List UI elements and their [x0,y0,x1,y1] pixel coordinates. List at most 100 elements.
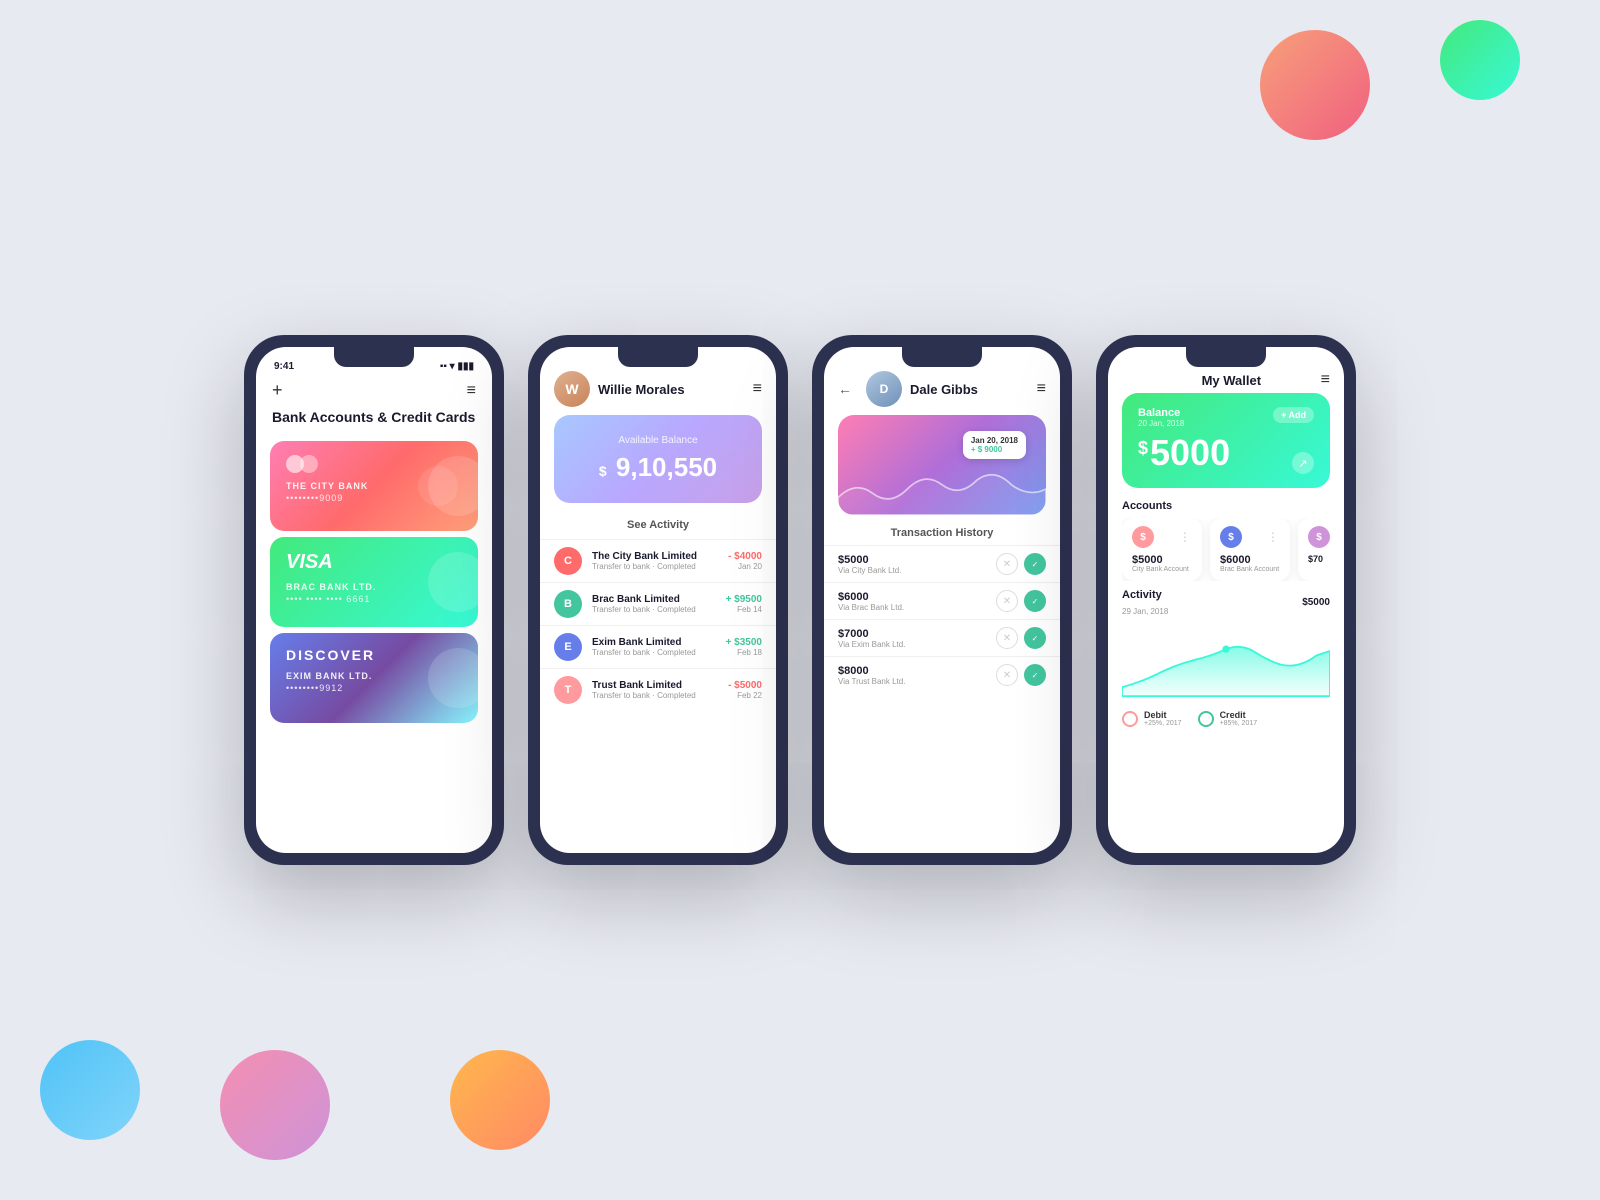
see-activity-link[interactable]: See Activity [540,513,776,539]
phone1-header: + ≡ [256,376,492,409]
phone1-add-btn[interactable]: + [272,380,283,401]
acc-icon-0: $ [1132,526,1154,548]
account-card-1[interactable]: $ ⋮ $6000 Brac Bank Account [1210,518,1290,581]
card-visa[interactable]: VISA BRAC BANK LTD. •••• •••• •••• 6661 [270,537,478,627]
tx-date-1: Feb 14 [726,605,762,614]
phone3-username: Dale Gibbs [910,382,978,397]
legend-label-debit: Debit [1144,710,1182,720]
tx-h-item-0: $5000 Via City Bank Ltd. ✕ ✓ [824,545,1060,582]
tx-item-1: B Brac Bank Limited Transfer to bank · C… [540,582,776,625]
phone2-avatar: W [554,371,590,407]
wb-balance-label: Balance [1138,407,1184,419]
deco-circle-orange [450,1050,550,1150]
phone3: ← D Dale Gibbs ≡ Jan 20, 2018 + $ 9000 T… [812,335,1072,865]
tx-approve-1[interactable]: ✓ [1024,590,1046,612]
back-arrow-btn[interactable]: ← [838,381,852,397]
phone4-status-bar [1108,347,1344,365]
legend-row: Debit +25%, 2017 Credit +85%, 2017 [1108,704,1344,727]
account-card-2[interactable]: $ $70 [1298,518,1330,581]
tx-approve-2[interactable]: ✓ [1024,627,1046,649]
chart-peak-dot [1222,646,1229,653]
wb-dollar: $ [1138,438,1148,459]
tx-bank-0: The City Bank Limited [592,551,718,562]
wb-label-group: Balance 20 Jan, 2018 [1138,407,1184,428]
acc-amount-0: $5000 [1132,554,1192,566]
card3-bank: EXIM BANK LTD. [286,671,462,681]
phone1-icons: ▪▪ ▾ ▮▮▮ [440,361,474,372]
acc-amount-2: $70 [1308,554,1330,564]
tx-date-0: Jan 20 [728,562,762,571]
deco-circle-coral [1260,30,1370,140]
tx-h-via-2: Via Exim Bank Ltd. [838,640,988,649]
tx-date-2: Feb 18 [726,648,762,657]
tx-bank-2: Exim Bank Limited [592,637,716,648]
tx-h-actions-2: ✕ ✓ [996,627,1046,649]
account-card-0[interactable]: $ ⋮ $5000 City Bank Account [1122,518,1202,581]
legend-pct-debit: +25%, 2017 [1144,720,1182,727]
acc-icon-2: $ [1308,526,1330,548]
tx-h-via-0: Via City Bank Ltd. [838,566,988,575]
tx-approve-3[interactable]: ✓ [1024,664,1046,686]
tx-amount-1: + $9500 [726,594,762,605]
phone3-menu[interactable]: ≡ [1037,380,1046,398]
tx-decline-2[interactable]: ✕ [996,627,1018,649]
tx-h-info-0: $5000 Via City Bank Ltd. [838,554,988,575]
legend-text-debit: Debit +25%, 2017 [1144,710,1182,727]
tx-info-0: The City Bank Limited Transfer to bank ·… [592,551,718,571]
tx-h-item-3: $8000 Via Trust Bank Ltd. ✕ ✓ [824,656,1060,693]
tx-h-amount-2: $7000 [838,628,988,640]
wb-add-btn[interactable]: + Add [1273,407,1314,423]
activity-chart [1122,620,1330,700]
chart-tooltip: Jan 20, 2018 + $ 9000 [963,431,1026,459]
activity-title: Activity [1122,589,1168,601]
phone1-menu-btn[interactable]: ≡ [467,382,476,400]
wallet-title: My Wallet [1202,373,1261,388]
tx-right-0: - $4000 Jan 20 [728,551,762,571]
wb-amount: $ 5000 [1138,432,1314,474]
tx-amount-3: - $5000 [728,680,762,691]
tx-h-actions-0: ✕ ✓ [996,553,1046,575]
tx-history-title: Transaction History [824,523,1060,545]
tx-info-3: Trust Bank Limited Transfer to bank · Co… [592,680,718,700]
tx-h-actions-1: ✕ ✓ [996,590,1046,612]
accounts-title: Accounts [1122,500,1330,512]
acc-icon-row-0: $ ⋮ [1132,526,1192,548]
accounts-scroll: $ ⋮ $5000 City Bank Account $ ⋮ $6000 [1122,518,1330,581]
phone2-username: Willie Morales [598,382,685,397]
tx-decline-3[interactable]: ✕ [996,664,1018,686]
phone2: W Willie Morales ≡ Available Balance $ 9… [528,335,788,865]
tx-h-info-2: $7000 Via Exim Bank Ltd. [838,628,988,649]
phone1-title: Bank Accounts & Credit Cards [256,409,492,435]
tx-desc-0: Transfer to bank · Completed [592,562,718,571]
tx-info-1: Brac Bank Limited Transfer to bank · Com… [592,594,716,614]
deco-circle-blue [40,1040,140,1140]
tx-decline-0[interactable]: ✕ [996,553,1018,575]
tx-decline-1[interactable]: ✕ [996,590,1018,612]
phone1: 9:41 ▪▪ ▾ ▮▮▮ + ≡ Bank Accounts & Credit… [244,335,504,865]
legend-label-credit: Credit [1220,710,1258,720]
tx-h-amount-3: $8000 [838,665,988,677]
tx-right-1: + $9500 Feb 14 [726,594,762,614]
phone4-header: My Wallet ≡ [1108,365,1344,393]
tx-item-2: E Exim Bank Limited Transfer to bank · C… [540,625,776,668]
phone3-chart: Jan 20, 2018 + $ 9000 [838,415,1046,515]
tx-h-actions-3: ✕ ✓ [996,664,1046,686]
card-discover[interactable]: DISCOVER EXIM BANK LTD. ••••••••9912 [270,633,478,723]
phone4-menu[interactable]: ≡ [1321,371,1330,389]
wb-arrow-btn[interactable]: ↗ [1292,452,1314,474]
acc-dots-1: ⋮ [1267,530,1280,544]
activity-date: 29 Jan, 2018 [1122,607,1168,616]
tx-icon-3: T [554,676,582,704]
phone2-status-bar [540,347,776,365]
tx-approve-0[interactable]: ✓ [1024,553,1046,575]
phone2-menu[interactable]: ≡ [753,380,762,398]
tx-info-2: Exim Bank Limited Transfer to bank · Com… [592,637,716,657]
tx-h-item-1: $6000 Via Brac Bank Ltd. ✕ ✓ [824,582,1060,619]
phone4: My Wallet ≡ Balance 20 Jan, 2018 + Add $… [1096,335,1356,865]
card-city-bank[interactable]: THE CITY BANK ••••••••9009 [270,441,478,531]
tx-amount-0: - $4000 [728,551,762,562]
balance-currency: $ [599,463,607,479]
balance-value: 9,10,550 [616,452,717,482]
tx-h-info-1: $6000 Via Brac Bank Ltd. [838,591,988,612]
acc-name-1: Brac Bank Account [1220,566,1280,573]
